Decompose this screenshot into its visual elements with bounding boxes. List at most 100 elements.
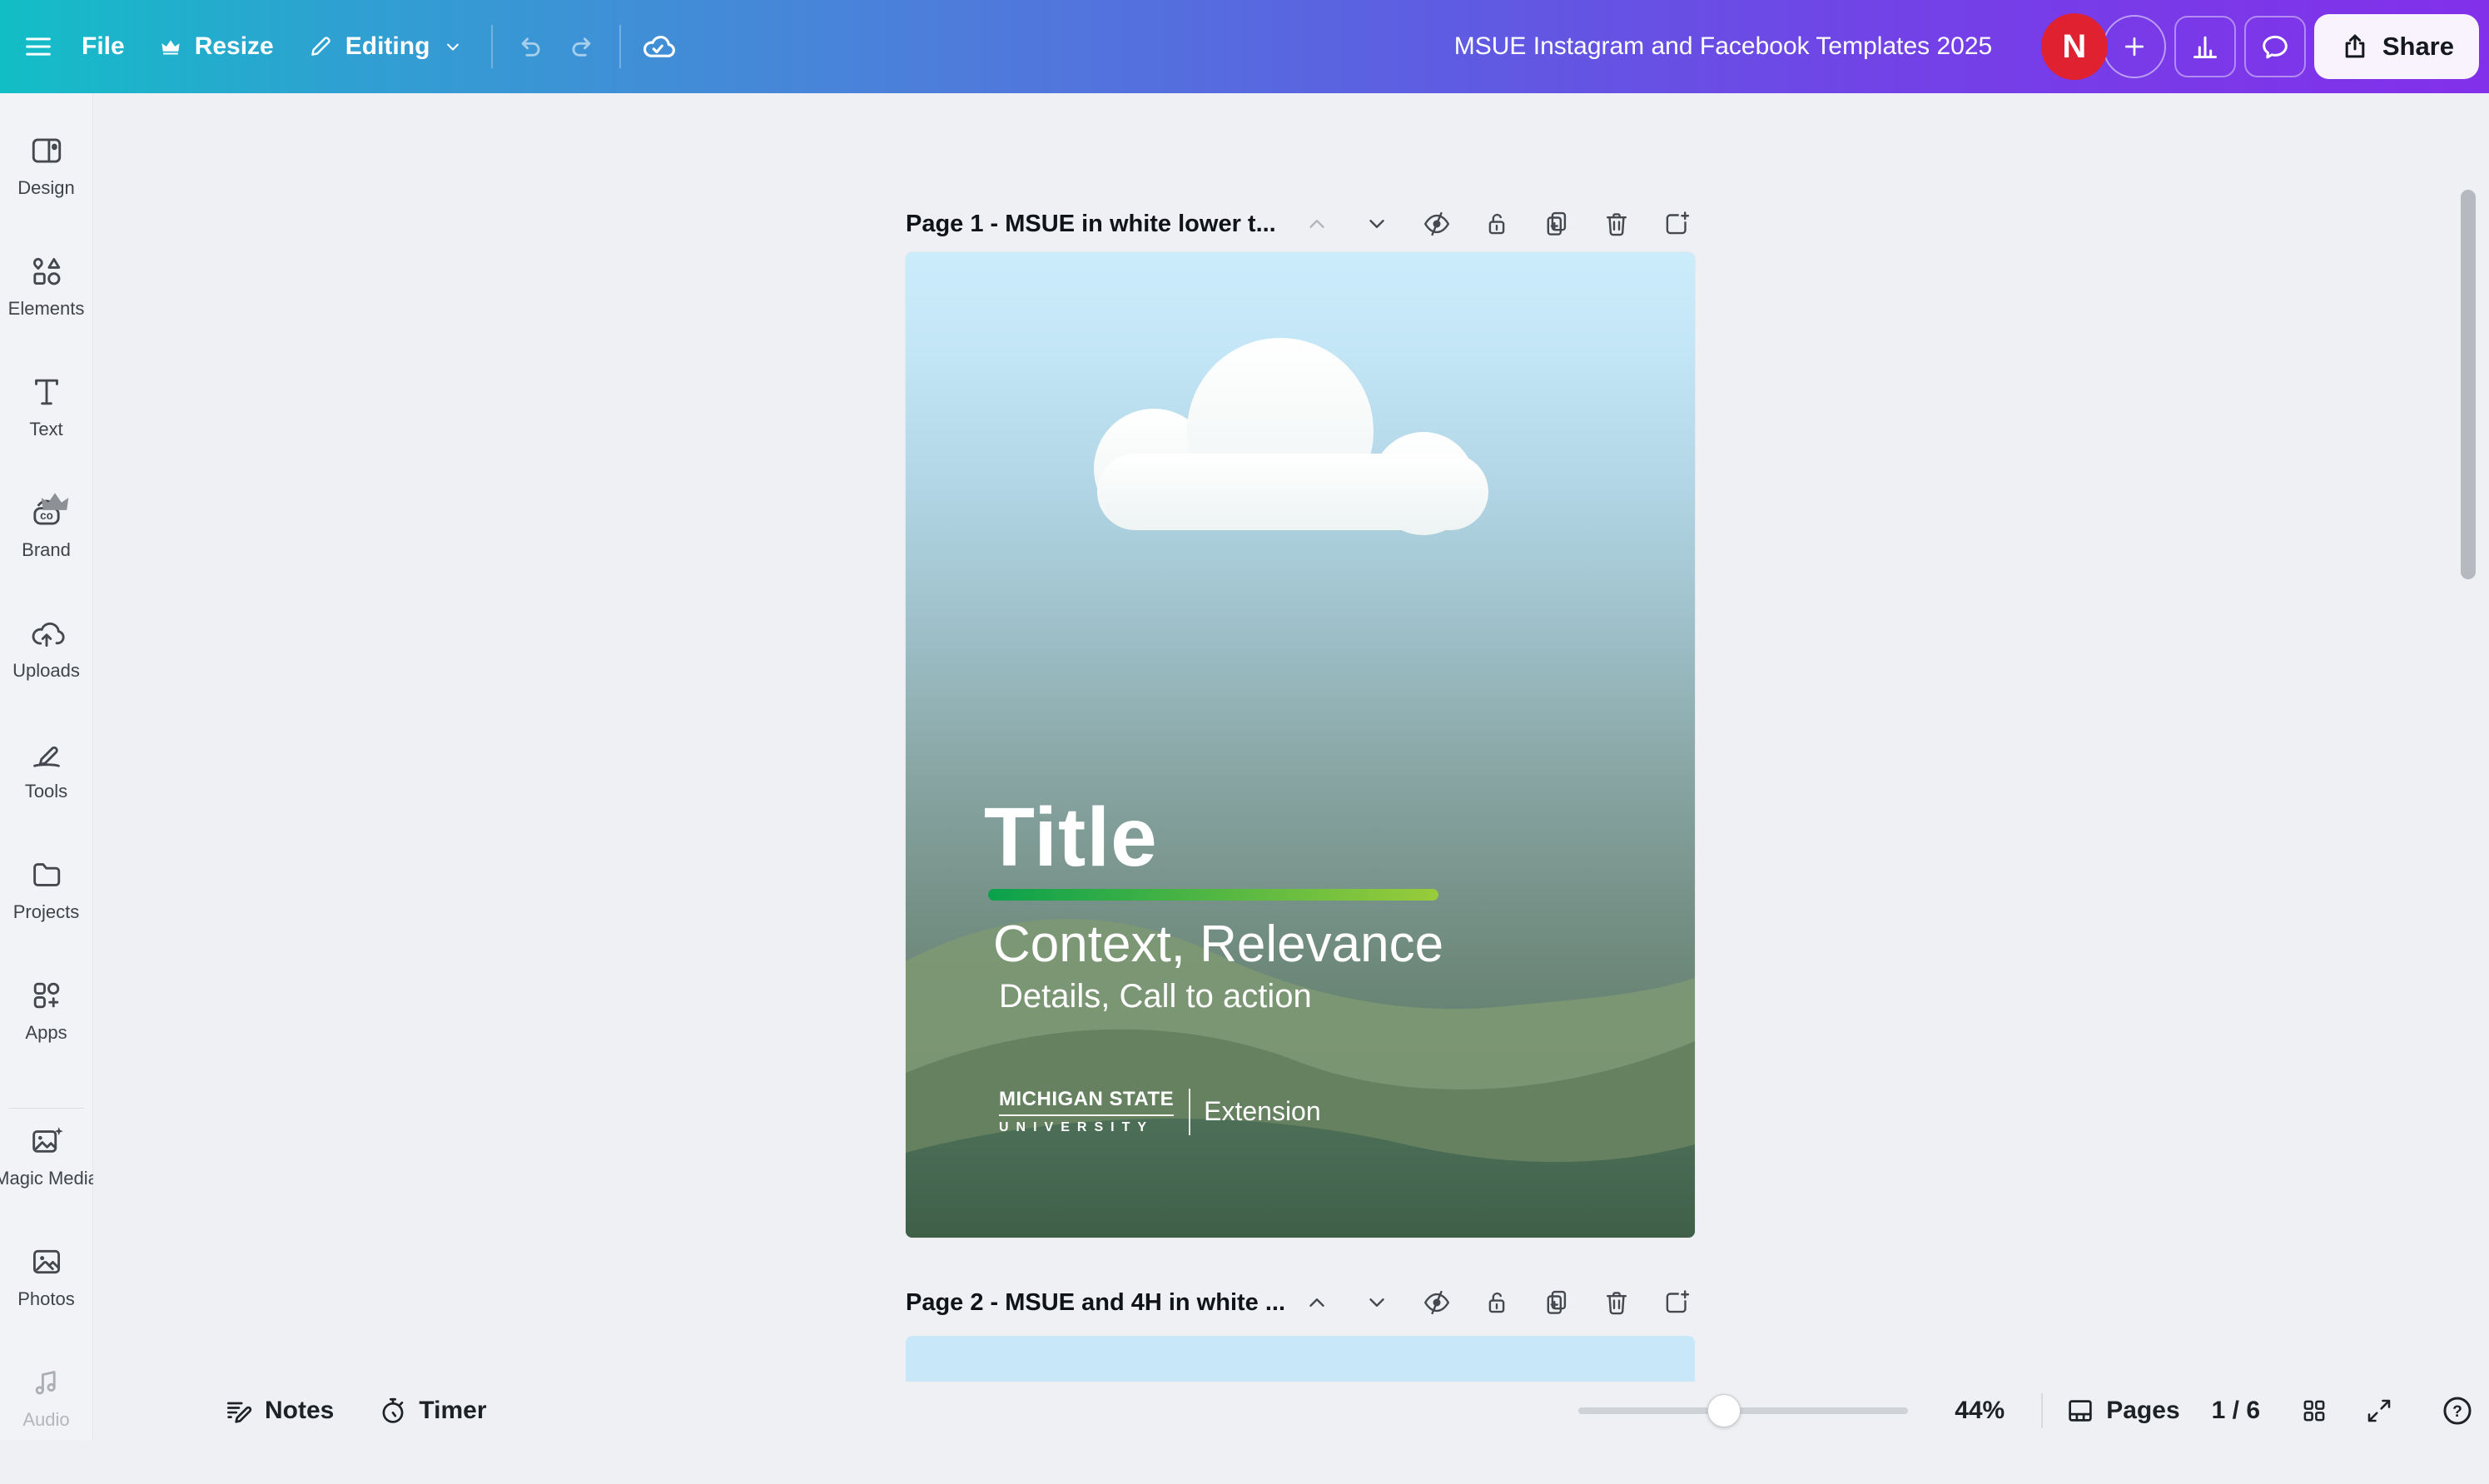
sidebar-item-elements[interactable]: Elements <box>0 252 92 373</box>
sidebar-item-brand[interactable]: co Brand <box>0 494 92 614</box>
toolbar-divider <box>491 25 493 68</box>
main-menu-button[interactable] <box>12 15 65 78</box>
pages-view-button[interactable]: Pages <box>2064 1395 2179 1427</box>
zoom-slider[interactable] <box>1578 1394 1908 1427</box>
page2-title[interactable]: Page 2 - MSUE and 4H in white ... <box>906 1289 1285 1317</box>
invite-member-button[interactable] <box>2103 15 2166 78</box>
bottom-status-bar: Notes Timer 44% Page <box>186 1382 2489 1440</box>
page2-delete-button[interactable] <box>1598 1284 1635 1321</box>
design-title-text[interactable]: Title <box>984 790 1158 886</box>
sidebar-item-audio[interactable]: Audio <box>0 1363 92 1484</box>
sidebar-item-label: Projects <box>13 901 79 923</box>
page1-duplicate-button[interactable] <box>1538 206 1575 242</box>
page1-hide-button[interactable] <box>1418 206 1455 242</box>
sidebar-item-design[interactable]: Design <box>0 132 92 252</box>
page2-lock-button[interactable] <box>1478 1284 1515 1321</box>
sidebar-item-label: Design <box>17 177 74 199</box>
sidebar-divider <box>8 1108 84 1109</box>
timer-button[interactable]: Timer <box>377 1395 486 1427</box>
uploads-cloud-icon <box>27 614 66 653</box>
object-panel-sidebar: Design Elements Text co Brand Uploads <box>0 93 93 1440</box>
page1-lock-button[interactable] <box>1478 206 1515 242</box>
undo-button[interactable] <box>503 15 556 78</box>
page2-header: Page 2 - MSUE and 4H in white ... <box>906 1278 1695 1327</box>
page1-delete-button[interactable] <box>1598 206 1635 242</box>
document-title[interactable]: MSUE Instagram and Facebook Templates 20… <box>1454 32 1992 61</box>
folder-icon <box>27 856 66 894</box>
page1-canvas[interactable]: Title Context, Relevance Details, Call t… <box>906 252 1695 1238</box>
sidebar-item-label: Uploads <box>12 660 80 682</box>
sidebar-item-label: Tools <box>25 781 67 802</box>
page1-add-page-button[interactable] <box>1658 206 1695 242</box>
undo-icon <box>514 31 545 62</box>
page2-move-down-button[interactable] <box>1359 1284 1395 1321</box>
zoom-level-value[interactable]: 44% <box>1955 1397 2005 1425</box>
file-menu-button[interactable]: File <box>65 15 142 78</box>
redo-icon <box>567 31 599 62</box>
vertical-scrollbar-thumb[interactable] <box>2461 190 2476 579</box>
sidebar-item-text[interactable]: Text <box>0 373 92 494</box>
notes-icon <box>223 1395 255 1427</box>
sidebar-item-apps[interactable]: Apps <box>0 976 92 1097</box>
sidebar-item-uploads[interactable]: Uploads <box>0 614 92 735</box>
insights-button[interactable] <box>2174 16 2236 77</box>
msu-logo-divider <box>1189 1089 1190 1135</box>
trash-icon <box>1602 1288 1632 1318</box>
msu-logo-line2: UNIVERSITY <box>999 1120 1154 1135</box>
page2-duplicate-button[interactable] <box>1538 1284 1575 1321</box>
page2-add-page-button[interactable] <box>1658 1284 1695 1321</box>
top-toolbar: File Resize Editing MSUE Instagram and F… <box>0 0 2489 93</box>
sidebar-item-tools[interactable]: Tools <box>0 735 92 856</box>
design-canvas-area: Page 1 - MSUE in white lower t... <box>93 93 2489 1440</box>
share-button[interactable]: Share <box>2314 14 2479 79</box>
sidebar-item-magic-media[interactable]: Magic Media <box>0 1122 92 1243</box>
statusbar-divider <box>2041 1393 2043 1428</box>
eye-off-icon <box>1422 209 1452 239</box>
zoom-slider-track[interactable] <box>1578 1407 1908 1414</box>
redo-button[interactable] <box>556 15 609 78</box>
share-upload-icon <box>2339 31 2371 62</box>
help-glyph: ? <box>2452 1403 2462 1421</box>
msu-extension-logo[interactable]: MICHIGAN STATE UNIVERSITY Extension <box>999 1088 1321 1135</box>
pro-crown-icon <box>36 484 74 522</box>
msu-logo-line1: MICHIGAN STATE <box>999 1088 1174 1116</box>
eye-off-icon <box>1422 1288 1452 1318</box>
sidebar-item-label: Magic Media <box>0 1168 98 1189</box>
trash-icon <box>1602 209 1632 239</box>
magic-media-icon <box>27 1122 66 1160</box>
editing-mode-dropdown[interactable]: Editing <box>291 15 482 78</box>
page2-move-up-button[interactable] <box>1299 1284 1335 1321</box>
page-indicator: 1 / 6 <box>2212 1397 2260 1425</box>
design-icon <box>27 132 66 170</box>
design-details-text[interactable]: Details, Call to action <box>999 978 1312 1015</box>
page1-header: Page 1 - MSUE in white lower t... <box>906 200 1695 248</box>
grid-view-button[interactable] <box>2294 1391 2334 1431</box>
pages-icon <box>2064 1395 2096 1427</box>
page1-move-down-button[interactable] <box>1359 206 1395 242</box>
fullscreen-button[interactable] <box>2359 1391 2399 1431</box>
resize-button[interactable]: Resize <box>142 15 291 78</box>
help-button[interactable]: ? <box>2437 1391 2477 1431</box>
chevron-up-icon <box>1302 209 1332 239</box>
notes-button[interactable]: Notes <box>223 1395 334 1427</box>
avatar[interactable]: N <box>2041 13 2108 80</box>
unlock-icon <box>1482 209 1512 239</box>
page2-canvas[interactable] <box>906 1336 1695 1382</box>
design-accent-bar[interactable] <box>988 889 1438 901</box>
sidebar-item-label: Apps <box>25 1022 67 1044</box>
design-subtitle-text[interactable]: Context, Relevance <box>993 915 1443 974</box>
tools-pen-icon <box>27 735 66 773</box>
msu-logo-extension: Extension <box>1204 1096 1321 1127</box>
sidebar-item-projects[interactable]: Projects <box>0 856 92 976</box>
editing-mode-label: Editing <box>345 32 430 61</box>
page1-move-up-button[interactable] <box>1299 206 1335 242</box>
comments-button[interactable] <box>2244 16 2306 77</box>
plus-icon <box>2119 32 2149 62</box>
zoom-slider-thumb[interactable] <box>1707 1394 1741 1427</box>
sidebar-item-photos[interactable]: Photos <box>0 1243 92 1363</box>
audio-icon <box>27 1363 66 1402</box>
page1-title[interactable]: Page 1 - MSUE in white lower t... <box>906 211 1276 238</box>
comment-icon <box>2258 30 2292 63</box>
sidebar-item-label: Audio <box>22 1409 69 1431</box>
page2-hide-button[interactable] <box>1418 1284 1455 1321</box>
